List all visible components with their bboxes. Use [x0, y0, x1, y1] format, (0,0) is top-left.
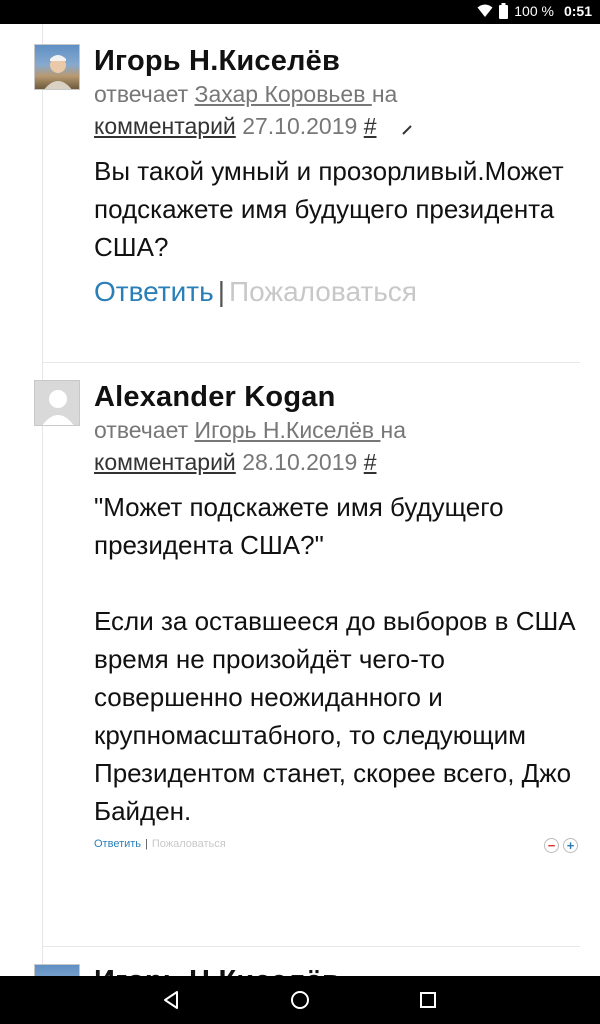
- on-word: на: [371, 81, 398, 107]
- vote-down-button[interactable]: −: [544, 838, 559, 853]
- battery-percent: 100 %: [514, 3, 554, 19]
- comment-text: "Может подскажете имя будущего президент…: [94, 492, 576, 826]
- parent-comment-link[interactable]: комментарий: [94, 113, 236, 139]
- home-icon[interactable]: [286, 986, 314, 1014]
- parent-comment-link[interactable]: комментарий: [94, 449, 236, 475]
- vote-up-button[interactable]: +: [563, 838, 578, 853]
- avatar[interactable]: [34, 964, 80, 976]
- comment-body: Alexander Kogan отвечает Игорь Н.Киселёв…: [94, 380, 580, 853]
- replies-word: отвечает: [94, 81, 189, 107]
- status-bar: 100 % 0:51: [0, 0, 600, 24]
- comment-author[interactable]: Игорь Н.Киселёв: [94, 964, 580, 976]
- permalink-anchor[interactable]: #: [364, 113, 377, 139]
- report-link[interactable]: Пожаловаться: [229, 276, 417, 307]
- navigation-bar: [0, 976, 600, 1024]
- default-user-icon: [42, 390, 74, 425]
- user-photo-icon: [44, 55, 72, 89]
- separator: |: [145, 838, 148, 850]
- battery-icon: [499, 3, 509, 19]
- clock: 0:51: [563, 3, 592, 19]
- comment-body: Игорь Н.Киселёв: [94, 964, 580, 976]
- comment-actions: Ответить | Пожаловаться: [94, 276, 580, 308]
- comment-divider: [42, 362, 580, 363]
- reply-link[interactable]: Ответить: [94, 838, 141, 850]
- replies-word: отвечает: [94, 417, 189, 443]
- comment-meta: отвечает Игорь Н.Киселёв на комментарий …: [94, 414, 580, 478]
- on-word: на: [380, 417, 407, 443]
- comments-list: Игорь Н.Киселёв отвечает Захар Коровьев …: [0, 24, 600, 976]
- thread-line: [42, 24, 43, 976]
- comment-date: 27.10.2019: [242, 113, 358, 139]
- separator: |: [217, 276, 225, 307]
- vote-controls: − +: [544, 838, 578, 853]
- recents-icon[interactable]: [414, 986, 442, 1014]
- reply-to-user-link[interactable]: Игорь Н.Киселёв: [195, 417, 381, 443]
- reply-link[interactable]: Ответить: [94, 276, 214, 307]
- comment-date: 28.10.2019: [242, 449, 358, 475]
- avatar[interactable]: [34, 380, 80, 426]
- comment-actions: Ответить | Пожаловаться − +: [94, 838, 580, 853]
- comment-body: Игорь Н.Киселёв отвечает Захар Коровьев …: [94, 44, 580, 308]
- avatar[interactable]: [34, 44, 80, 90]
- back-icon[interactable]: [157, 986, 185, 1014]
- edit-icon[interactable]: [401, 122, 415, 136]
- comment-author[interactable]: Alexander Kogan: [94, 380, 580, 414]
- comment-text: Вы такой умный и прозорливый.Может подск…: [94, 156, 571, 262]
- comment-author[interactable]: Игорь Н.Киселёв: [94, 44, 580, 78]
- permalink-anchor[interactable]: #: [364, 449, 377, 475]
- report-link[interactable]: Пожаловаться: [152, 838, 226, 850]
- reply-to-user-link[interactable]: Захар Коровьев: [195, 81, 372, 107]
- wifi-icon: [477, 4, 493, 17]
- comment-divider: [42, 946, 580, 947]
- comment-meta: отвечает Захар Коровьев на комментарий 2…: [94, 78, 580, 142]
